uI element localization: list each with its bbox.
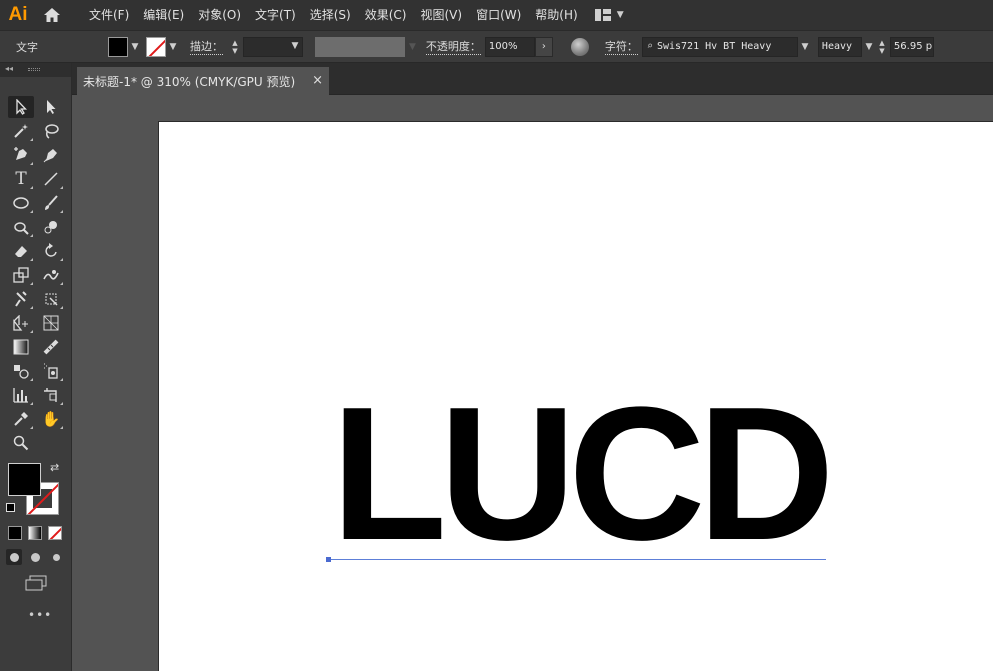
workspace-switcher[interactable]: ▼ bbox=[594, 0, 624, 30]
font-style-dropdown-icon[interactable]: ▼ bbox=[862, 42, 876, 52]
document-tab-bar: 未标题-1* @ 310% (CMYK/GPU 预览) × bbox=[72, 63, 993, 95]
canvas-area[interactable]: LUCD bbox=[73, 95, 993, 671]
collapse-icon[interactable]: ◂◂ bbox=[5, 64, 13, 73]
chevron-down-icon: ▼ bbox=[409, 41, 416, 52]
ellipse-tool-icon[interactable] bbox=[8, 192, 34, 214]
lasso-tool-icon[interactable] bbox=[38, 120, 64, 142]
recolor-globe-icon[interactable] bbox=[570, 37, 589, 56]
eraser-tool-icon[interactable] bbox=[8, 240, 34, 262]
fill-dropdown-icon[interactable]: ▼ bbox=[128, 42, 142, 52]
zoom-tool-icon[interactable] bbox=[8, 432, 34, 454]
font-family-dropdown-icon[interactable]: ▼ bbox=[798, 42, 812, 52]
tools-panel-header[interactable]: ◂◂ bbox=[0, 63, 71, 77]
control-bar: 文字 ▼ ▼ 描边： ▲ ▼ ▼ ▼ 不透明度： 100% › 字符： ⌕ Swi… bbox=[0, 30, 993, 63]
free-transform-tool-icon[interactable] bbox=[38, 288, 64, 310]
stroke-weight-select[interactable]: ▼ bbox=[243, 36, 303, 57]
opacity-arrow-button[interactable]: › bbox=[534, 36, 553, 57]
draw-normal-icon[interactable] bbox=[6, 549, 22, 565]
menu-effect[interactable]: 效果(C) bbox=[358, 0, 414, 30]
fill-color-swatch[interactable] bbox=[8, 463, 41, 496]
color-mode-icon[interactable] bbox=[8, 526, 22, 540]
font-family-field[interactable]: ⌕ Swis721 Hv BT Heavy bbox=[641, 36, 798, 57]
menu-view[interactable]: 视图(V) bbox=[413, 0, 469, 30]
puppet-warp-tool-icon[interactable] bbox=[8, 288, 34, 310]
shape-builder-tool-icon[interactable] bbox=[8, 312, 34, 334]
gradient-tool-icon[interactable] bbox=[8, 336, 34, 358]
panel-grip-icon[interactable] bbox=[28, 68, 40, 71]
tool-grid: T ✋ bbox=[8, 96, 64, 456]
document-tab-title: 未标题-1* @ 310% (CMYK/GPU 预览) bbox=[83, 74, 296, 89]
draw-inside-icon[interactable] bbox=[48, 549, 64, 565]
menu-window[interactable]: 窗口(W) bbox=[469, 0, 528, 30]
font-size-spinner[interactable]: ▲ ▼ bbox=[876, 39, 888, 55]
menu-bar: Ai 文件(F) 编辑(E) 对象(O) 文字(T) 选择(S) 效果(C) 视… bbox=[0, 0, 993, 30]
swap-fill-stroke-icon[interactable]: ⇄ bbox=[50, 461, 59, 474]
type-tool-icon[interactable]: T bbox=[8, 168, 34, 190]
opacity-input[interactable]: 100% bbox=[484, 36, 535, 57]
workspace-layout-icon bbox=[594, 9, 611, 21]
artboard-tool-icon[interactable] bbox=[38, 384, 64, 406]
stroke-label: 描边： bbox=[190, 40, 223, 55]
eyedropper-tool-icon[interactable] bbox=[8, 408, 34, 430]
screen-mode-icon[interactable] bbox=[25, 575, 47, 594]
shaper-tool-icon[interactable] bbox=[8, 216, 34, 238]
mesh-tool-icon[interactable] bbox=[38, 336, 64, 358]
chevron-down-icon: ▼ bbox=[291, 40, 299, 51]
opacity-label[interactable]: 不透明度： bbox=[425, 38, 481, 55]
font-size-field[interactable]: 56.95 p bbox=[889, 36, 934, 57]
fill-swatch[interactable] bbox=[108, 36, 128, 57]
rotate-tool-icon[interactable] bbox=[38, 240, 64, 262]
perspective-grid-tool-icon[interactable] bbox=[38, 312, 64, 334]
edit-toolbar-icon[interactable]: ••• bbox=[28, 608, 52, 622]
selection-tool-icon[interactable] bbox=[8, 96, 34, 118]
font-family-value: Swis721 Hv BT Heavy bbox=[656, 41, 772, 52]
close-icon[interactable]: × bbox=[312, 73, 323, 88]
direct-selection-tool-icon[interactable] bbox=[38, 96, 64, 118]
current-tool-label: 文字 bbox=[16, 40, 38, 54]
character-label[interactable]: 字符： bbox=[604, 38, 638, 55]
column-graph-tool-icon[interactable] bbox=[8, 384, 34, 406]
gradient-mode-icon[interactable] bbox=[28, 526, 42, 540]
line-segment-tool-icon[interactable] bbox=[38, 168, 64, 190]
blob-brush-tool-icon[interactable] bbox=[38, 216, 64, 238]
scale-tool-icon[interactable] bbox=[8, 264, 34, 286]
drawing-mode-row bbox=[6, 549, 64, 565]
text-anchor-point[interactable] bbox=[326, 557, 331, 562]
font-style-field[interactable]: Heavy bbox=[817, 36, 862, 57]
menu-edit[interactable]: 编辑(E) bbox=[136, 0, 191, 30]
home-icon[interactable] bbox=[36, 0, 68, 30]
stroke-swatch[interactable] bbox=[146, 36, 166, 57]
menu-list: 文件(F) 编辑(E) 对象(O) 文字(T) 选择(S) 效果(C) 视图(V… bbox=[82, 0, 585, 30]
color-mode-row bbox=[8, 526, 62, 540]
menu-type[interactable]: 文字(T) bbox=[248, 0, 303, 30]
hand-tool-icon[interactable]: ✋ bbox=[38, 408, 64, 430]
chevron-down-icon: ▼ bbox=[616, 10, 624, 20]
none-mode-icon[interactable] bbox=[48, 526, 62, 540]
fill-stroke-controls: ⇄ bbox=[6, 461, 64, 519]
blend-tool-icon[interactable] bbox=[8, 360, 34, 382]
menu-help[interactable]: 帮助(H) bbox=[528, 0, 584, 30]
draw-behind-icon[interactable] bbox=[27, 549, 43, 565]
stroke-dropdown-icon[interactable]: ▼ bbox=[166, 42, 180, 52]
artwork-text[interactable]: LUCD bbox=[331, 379, 835, 569]
menu-select[interactable]: 选择(S) bbox=[303, 0, 358, 30]
stroke-weight-spinner[interactable]: ▲ ▼ bbox=[229, 39, 241, 55]
magic-wand-tool-icon[interactable] bbox=[8, 120, 34, 142]
text-baseline bbox=[328, 559, 826, 560]
tools-panel: ◂◂ T ✋ ⇄ ••• bbox=[0, 63, 72, 671]
warp-tool-icon[interactable] bbox=[38, 264, 64, 286]
brush-definition-field[interactable] bbox=[315, 36, 405, 57]
menu-object[interactable]: 对象(O) bbox=[191, 0, 248, 30]
symbol-sprayer-tool-icon[interactable] bbox=[38, 360, 64, 382]
app-logo: Ai bbox=[8, 4, 28, 25]
search-icon: ⌕ bbox=[646, 41, 653, 52]
document-tab[interactable]: 未标题-1* @ 310% (CMYK/GPU 预览) × bbox=[77, 67, 329, 95]
paintbrush-tool-icon[interactable] bbox=[38, 192, 64, 214]
default-fill-stroke-icon[interactable] bbox=[6, 503, 15, 512]
artboard[interactable]: LUCD bbox=[158, 121, 993, 671]
pen-tool-icon[interactable] bbox=[8, 144, 34, 166]
menu-file[interactable]: 文件(F) bbox=[82, 0, 136, 30]
curvature-tool-icon[interactable] bbox=[38, 144, 64, 166]
